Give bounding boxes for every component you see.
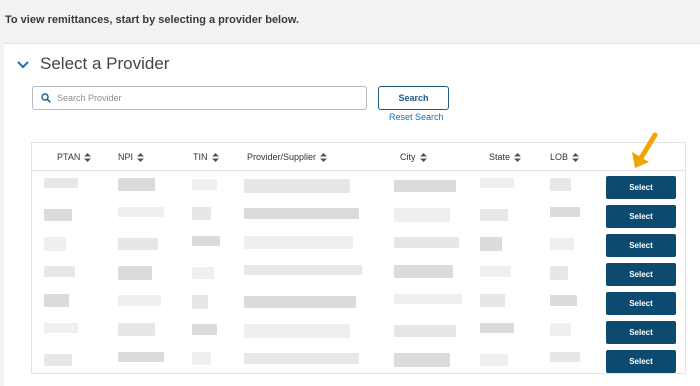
redacted-cell xyxy=(394,265,453,278)
redacted-cell xyxy=(394,237,459,248)
column-header-city[interactable]: City xyxy=(400,152,427,162)
table-row: Select xyxy=(32,347,685,376)
column-header-tin[interactable]: TIN xyxy=(193,152,219,162)
select-provider-button[interactable]: Select xyxy=(606,292,676,315)
select-provider-button[interactable]: Select xyxy=(606,234,676,257)
redacted-cell xyxy=(550,266,568,280)
redacted-cell xyxy=(118,295,161,306)
redacted-cell xyxy=(44,354,72,366)
table-row: Select xyxy=(32,231,685,260)
select-provider-button[interactable]: Select xyxy=(606,350,676,373)
redacted-cell xyxy=(118,352,164,362)
select-provider-button[interactable]: Select xyxy=(606,176,676,199)
redacted-cell xyxy=(244,236,353,249)
redacted-cell xyxy=(550,352,580,362)
redacted-cell xyxy=(192,295,208,309)
redacted-cell xyxy=(550,295,577,306)
redacted-cell xyxy=(192,179,217,190)
redacted-cell xyxy=(244,324,350,338)
redacted-cell xyxy=(118,266,152,280)
redacted-cell xyxy=(192,236,220,246)
arrow-pointer-icon xyxy=(632,132,658,168)
column-header-ptan[interactable]: PTAN xyxy=(57,152,92,162)
search-input-wrapper[interactable] xyxy=(32,86,367,110)
redacted-cell xyxy=(44,266,75,277)
redacted-cell xyxy=(244,296,356,308)
redacted-cell xyxy=(118,207,164,217)
redacted-cell xyxy=(480,237,502,251)
panel-header[interactable]: Select a Provider xyxy=(16,54,169,74)
column-header-lob[interactable]: LOB xyxy=(550,152,580,162)
redacted-cell xyxy=(118,238,158,250)
redacted-cell xyxy=(244,353,359,364)
redacted-cell xyxy=(550,178,571,191)
table-row: Select xyxy=(32,318,685,347)
sort-icon xyxy=(320,152,328,162)
redacted-cell xyxy=(244,179,350,193)
redacted-cell xyxy=(118,178,155,191)
column-header-npi[interactable]: NPI xyxy=(118,152,145,162)
redacted-cell xyxy=(118,323,155,336)
redacted-cell xyxy=(394,294,462,304)
search-input[interactable] xyxy=(57,93,357,103)
redacted-cell xyxy=(550,323,571,336)
provider-panel: Select a Provider Search Reset Search PT… xyxy=(4,43,700,386)
provider-table: PTAN NPI TIN Provider/Supplier City Stat… xyxy=(31,142,686,374)
redacted-cell xyxy=(394,208,450,222)
search-button[interactable]: Search xyxy=(378,86,449,110)
redacted-cell xyxy=(394,353,450,367)
redacted-cell xyxy=(480,266,511,277)
select-provider-button[interactable]: Select xyxy=(606,205,676,228)
redacted-cell xyxy=(394,325,456,337)
redacted-cell xyxy=(480,209,508,221)
table-row: Select xyxy=(32,260,685,289)
redacted-cell xyxy=(192,267,214,279)
table-row: Select xyxy=(32,173,685,202)
redacted-cell xyxy=(480,323,514,333)
column-header-provider[interactable]: Provider/Supplier xyxy=(247,152,328,162)
redacted-cell xyxy=(244,208,359,219)
redacted-cell xyxy=(44,294,69,307)
intro-text: To view remittances, start by selecting … xyxy=(5,14,300,26)
redacted-cell xyxy=(394,180,456,192)
redacted-cell xyxy=(44,323,78,333)
redacted-cell xyxy=(192,324,217,335)
redacted-cell xyxy=(44,209,72,221)
select-provider-button[interactable]: Select xyxy=(606,321,676,344)
chevron-down-icon[interactable] xyxy=(16,58,30,72)
redacted-cell xyxy=(192,352,211,365)
redacted-cell xyxy=(480,178,514,188)
table-row: Select xyxy=(32,289,685,318)
sort-icon xyxy=(84,152,92,162)
table-header: PTAN NPI TIN Provider/Supplier City Stat… xyxy=(32,143,685,171)
panel-title: Select a Provider xyxy=(40,54,170,73)
redacted-cell xyxy=(244,265,362,275)
reset-search-link[interactable]: Reset Search xyxy=(389,112,444,122)
search-icon xyxy=(41,93,51,103)
sort-icon xyxy=(419,152,427,162)
redacted-cell xyxy=(44,178,78,188)
sort-icon xyxy=(572,152,580,162)
select-provider-button[interactable]: Select xyxy=(606,263,676,286)
redacted-cell xyxy=(480,294,505,307)
redacted-cell xyxy=(550,238,574,250)
redacted-cell xyxy=(44,237,66,251)
sort-icon xyxy=(514,152,522,162)
redacted-cell xyxy=(550,207,580,217)
redacted-cell xyxy=(192,207,211,220)
sort-icon xyxy=(211,152,219,162)
sort-icon xyxy=(137,152,145,162)
column-header-state[interactable]: State xyxy=(489,152,522,162)
redacted-cell xyxy=(480,354,508,366)
table-row: Select xyxy=(32,202,685,231)
